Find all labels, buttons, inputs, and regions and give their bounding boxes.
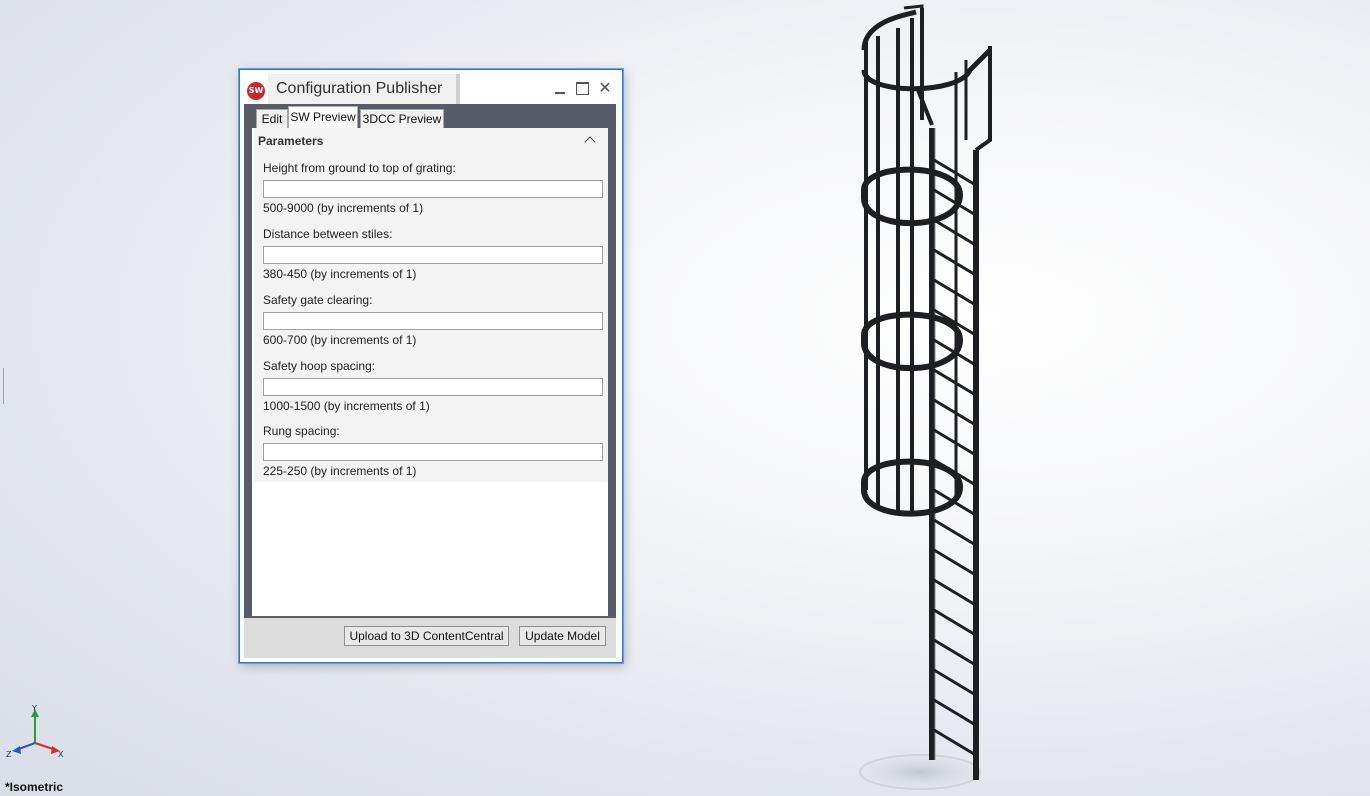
field-gate-clearing: Safety gate clearing: 600-700 (by increm…	[263, 292, 603, 348]
stile-distance-input[interactable]	[263, 246, 603, 264]
ladder-rungs	[933, 158, 975, 756]
triad-y-label: Y	[31, 704, 37, 713]
hoop-spacing-input[interactable]	[263, 378, 603, 396]
field-hint: 1000-1500 (by increments of 1)	[263, 399, 430, 413]
field-label: Rung spacing:	[263, 424, 340, 438]
tab-edit[interactable]: Edit	[256, 109, 288, 130]
rung-spacing-input[interactable]	[263, 443, 603, 461]
maximize-icon[interactable]	[572, 78, 592, 98]
graphics-viewport[interactable]: Y X Z *Isometric	[0, 0, 1370, 796]
tab-sw-preview[interactable]: SW Preview	[288, 106, 358, 130]
field-label: Height from ground to top of grating:	[263, 161, 456, 175]
ladder-3d-model[interactable]	[840, 0, 1040, 796]
field-stile-distance: Distance between stiles: 380-450 (by inc…	[263, 226, 603, 282]
chevron-up-icon[interactable]	[584, 136, 596, 148]
configuration-publisher-dialog: SW Configuration Publisher ✕ Edit SW Pre…	[239, 69, 623, 663]
task-pane-collapse-handle[interactable]	[0, 368, 4, 404]
solidworks-logo-icon: SW	[247, 82, 265, 100]
triad-z-label: Z	[6, 750, 12, 759]
preview-panel: Parameters Height from ground to top of …	[252, 128, 608, 616]
gate-clearing-input[interactable]	[263, 312, 603, 330]
safety-cage	[861, 4, 992, 517]
dialog-titlebar[interactable]: SW Configuration Publisher ✕	[240, 70, 622, 104]
orientation-triad: Y X Z	[6, 704, 64, 759]
field-height: Height from ground to top of grating: 50…	[263, 160, 603, 216]
parameters-header: Parameters	[258, 134, 324, 148]
height-input[interactable]	[263, 180, 603, 198]
tab-3dcc-preview[interactable]: 3DCC Preview	[360, 109, 444, 130]
field-label: Distance between stiles:	[263, 227, 393, 241]
field-label: Safety hoop spacing:	[263, 359, 376, 373]
minimize-icon[interactable]	[550, 78, 570, 98]
update-model-button[interactable]: Update Model	[519, 626, 606, 646]
field-rung-spacing: Rung spacing: 225-250 (by increments of …	[263, 423, 603, 479]
field-hint: 380-450 (by increments of 1)	[263, 267, 417, 281]
view-orientation-label: *Isometric	[5, 780, 64, 794]
field-label: Safety gate clearing:	[263, 293, 373, 307]
dialog-body: Edit SW Preview 3DCC Preview Parameters …	[244, 104, 616, 658]
field-hint: 225-250 (by increments of 1)	[263, 464, 417, 478]
parameters-group: Parameters Height from ground to top of …	[254, 128, 608, 482]
field-hoop-spacing: Safety hoop spacing: 1000-1500 (by incre…	[263, 358, 603, 414]
field-hint: 500-9000 (by increments of 1)	[263, 201, 424, 215]
triad-x-label: X	[58, 750, 64, 759]
close-icon[interactable]: ✕	[595, 78, 615, 98]
field-hint: 600-700 (by increments of 1)	[263, 333, 417, 347]
dialog-footer: Upload to 3D ContentCentral Update Model	[244, 618, 616, 658]
title-tab: Configuration Publisher	[268, 74, 460, 104]
dialog-title: Configuration Publisher	[276, 80, 443, 97]
upload-to-3dcc-button[interactable]: Upload to 3D ContentCentral	[344, 626, 509, 646]
